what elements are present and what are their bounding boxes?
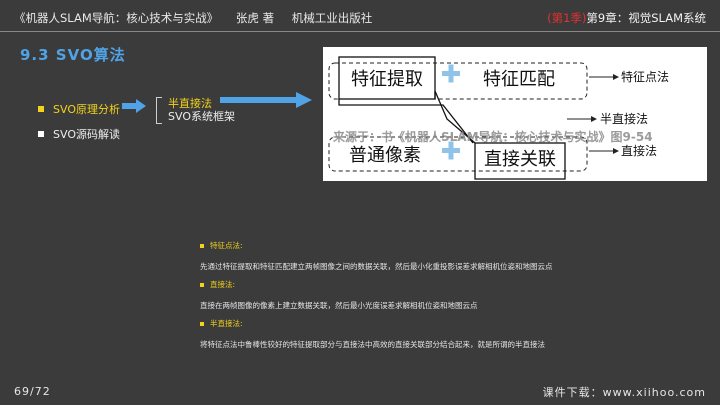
sub-bracket [156, 97, 162, 124]
desc-semi-direct-method: 将特征点法中鲁棒性较好的特征提取部分与直接法中高效的直接关联部分结合起来，就是所… [200, 340, 545, 349]
page-number: 69/72 [14, 385, 51, 398]
diagram-direct-assoc: 直接关联 [484, 149, 556, 170]
bullet-square-icon [38, 131, 44, 137]
diagram-source-watermark: 来源于：书《机器人SLAM导航：核心技术与实战》图9-54 [333, 130, 653, 144]
bullet-label: SVO源码解读 [53, 128, 120, 141]
heading-direct-method: 直接法: [200, 279, 700, 291]
semester-label: (第1季) [547, 11, 587, 25]
semi-direct-diagram: 特征提取 特征匹配 普通像素 直接关联 特征点法 半直接法 直接法 [323, 47, 707, 181]
header-right: (第1季)第9章：视觉SLAM系统 [547, 10, 706, 26]
header-divider [0, 31, 720, 32]
heading-text: 特征点法: [210, 241, 243, 250]
diagram-feature-match: 特征匹配 [483, 69, 555, 90]
desc-feature-method: 先通过特征提取和特征匹配建立两帧图像之间的数据关联，然后最小化重投影误差求解相机… [200, 262, 553, 271]
publisher: 机械工业出版社 [291, 11, 373, 25]
diagram-semi-direct-label: 半直接法 [600, 111, 648, 126]
small-square-icon [200, 322, 204, 326]
sub-item-svo-framework[interactable]: SVO系统框架 [168, 108, 235, 124]
heading-semi-direct-method: 半直接法: [200, 318, 700, 330]
download-link[interactable]: 课件下载：www.xiihoo.com [543, 384, 706, 400]
heading-text: 半直接法: [210, 319, 243, 328]
heading-text: 直接法: [210, 280, 236, 289]
big-arrow-right-icon [220, 92, 312, 108]
header-left: 《机器人SLAM导航：核心技术与实战》 张虎 著 机械工业出版社 [14, 10, 386, 26]
bullet-svo-source[interactable]: SVO源码解读 [38, 126, 120, 142]
bullet-svo-principle[interactable]: SVO原理分析 [38, 101, 120, 117]
diagram-feature-extract: 特征提取 [351, 69, 423, 90]
diagram-feature-method-label: 特征点法 [621, 69, 669, 84]
section-title: 9.3 SVO算法 [20, 46, 126, 64]
diagram-direct-method-label: 直接法 [621, 143, 657, 158]
small-square-icon [200, 244, 204, 248]
diagram-ordinary-pixel: 普通像素 [349, 145, 421, 166]
bullet-label: SVO原理分析 [53, 103, 120, 116]
arrow-right-icon [122, 99, 146, 113]
small-square-icon [200, 283, 204, 287]
chapter-label: 第9章：视觉SLAM系统 [586, 11, 706, 25]
heading-feature-method: 特征点法: [200, 240, 700, 252]
desc-direct-method: 直接在两帧图像的像素上建立数据关联，然后最小光度误差求解相机位姿和地图云点 [200, 301, 478, 310]
bullet-square-icon [38, 106, 44, 112]
method-descriptions: 特征点法: 先通过特征提取和特征匹配建立两帧图像之间的数据关联，然后最小化重投影… [200, 240, 700, 351]
author: 张虎 著 [235, 11, 275, 25]
book-title: 《机器人SLAM导航：核心技术与实战》 [14, 11, 219, 25]
